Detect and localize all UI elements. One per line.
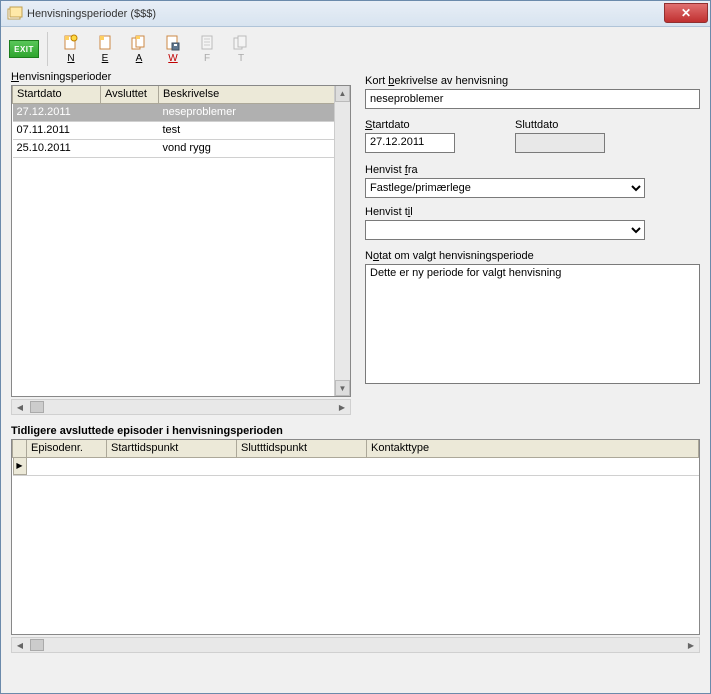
- table-row[interactable]: 25.10.2011 vond rygg: [13, 139, 350, 157]
- episodes-hscrollbar[interactable]: ◀ ▶: [11, 637, 700, 653]
- horizontal-scrollbar[interactable]: ◀ ▶: [11, 399, 351, 415]
- notat-label: Notat om valgt henvisningsperiode: [365, 250, 700, 262]
- henvist-fra-label: Henvist fra: [365, 164, 700, 176]
- col-slutttidspunkt[interactable]: Slutttidspunkt: [237, 440, 367, 457]
- close-button[interactable]: ✕: [664, 3, 708, 23]
- document-new-icon: [62, 34, 80, 52]
- startdato-field[interactable]: 27.12.2011: [365, 133, 455, 153]
- notat-textarea[interactable]: [365, 264, 700, 384]
- episodes-heading: Tidligere avsluttede episoder i henvisni…: [11, 425, 700, 437]
- row-marker-icon: [13, 458, 27, 475]
- scroll-left-icon[interactable]: ◀: [12, 638, 28, 652]
- toolbar-a-button[interactable]: A: [124, 32, 154, 66]
- table-row[interactable]: 27.12.2011 neseproblemer: [13, 103, 350, 121]
- exit-icon: EXIT: [9, 40, 39, 58]
- col-startdato[interactable]: Startdato: [13, 86, 101, 103]
- col-avsluttet[interactable]: Avsluttet: [101, 86, 159, 103]
- vertical-scrollbar[interactable]: ▲ ▼: [334, 86, 350, 396]
- toolbar-t-label: T: [238, 53, 244, 64]
- toolbar-f-label: F: [204, 53, 210, 64]
- periods-table[interactable]: Startdato Avsluttet Beskrivelse 27.12.20…: [11, 85, 351, 397]
- henvist-til-select[interactable]: [365, 220, 645, 240]
- window-frame: Henvisningsperioder ($$$) ✕ EXIT N E A W…: [0, 0, 711, 694]
- table-row[interactable]: [13, 457, 699, 475]
- startdato-label: Startdato: [365, 119, 455, 131]
- document-gray-icon: [198, 34, 216, 52]
- col-episodenr[interactable]: Episodenr.: [27, 440, 107, 457]
- scroll-right-icon[interactable]: ▶: [334, 400, 350, 414]
- toolbar-a-label: A: [136, 53, 143, 64]
- sluttdato-field: [515, 133, 605, 153]
- toolbar-f-button[interactable]: F: [192, 32, 222, 66]
- exit-button[interactable]: EXIT: [9, 38, 39, 60]
- col-rowmarker: [13, 440, 27, 457]
- scroll-up-icon[interactable]: ▲: [335, 86, 350, 102]
- col-starttidspunkt[interactable]: Starttidspunkt: [107, 440, 237, 457]
- toolbar-n-button[interactable]: N: [56, 32, 86, 66]
- toolbar-w-label: W: [168, 53, 177, 64]
- col-kontakttype[interactable]: Kontakttype: [367, 440, 699, 457]
- scroll-right-icon[interactable]: ▶: [683, 638, 699, 652]
- henvist-fra-select[interactable]: Fastlege/primærlege: [365, 178, 645, 198]
- sluttdato-label: Sluttdato: [515, 119, 605, 131]
- scroll-thumb[interactable]: [30, 401, 44, 413]
- scroll-down-icon[interactable]: ▼: [335, 380, 350, 396]
- window-title: Henvisningsperioder ($$$): [27, 8, 156, 20]
- toolbar-e-label: E: [102, 53, 109, 64]
- toolbar-n-label: N: [67, 53, 74, 64]
- table-row[interactable]: 07.11.2011 test: [13, 121, 350, 139]
- scroll-left-icon[interactable]: ◀: [12, 400, 28, 414]
- document-save-icon: [164, 34, 182, 52]
- toolbar-separator: [47, 32, 48, 66]
- titlebar: Henvisningsperioder ($$$) ✕: [1, 1, 710, 27]
- document-copy-gray-icon: [232, 34, 250, 52]
- app-icon: [7, 6, 23, 22]
- toolbar-t-button[interactable]: T: [226, 32, 256, 66]
- scroll-thumb[interactable]: [30, 639, 44, 651]
- kort-beskrivelse-input[interactable]: [365, 89, 700, 109]
- toolbar-e-button[interactable]: E: [90, 32, 120, 66]
- toolbar-w-button[interactable]: W: [158, 32, 188, 66]
- col-beskrivelse[interactable]: Beskrivelse: [159, 86, 350, 103]
- document-multi-icon: [130, 34, 148, 52]
- episodes-table[interactable]: Episodenr. Starttidspunkt Slutttidspunkt…: [11, 439, 700, 635]
- document-icon: [96, 34, 114, 52]
- periods-label: Henvisningsperioder: [11, 71, 351, 83]
- henvist-til-label: Henvist til: [365, 206, 700, 218]
- kort-beskrivelse-label: Kort bekrivelse av henvisning: [365, 75, 700, 87]
- toolbar: EXIT N E A W F T: [1, 27, 710, 71]
